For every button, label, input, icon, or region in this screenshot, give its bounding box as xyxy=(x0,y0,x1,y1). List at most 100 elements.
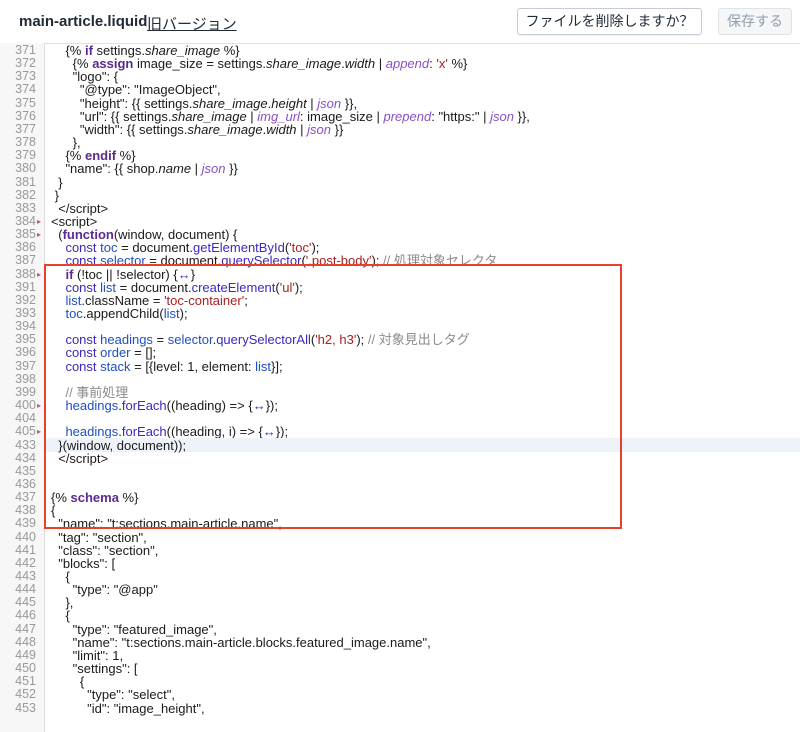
code-text[interactable]: <script> xyxy=(51,215,97,228)
fold-toggle-icon[interactable]: ▸ xyxy=(37,268,41,281)
fold-toggle-icon[interactable]: ▸ xyxy=(37,399,41,412)
code-line[interactable]: 447 "type": "featured_image", xyxy=(0,621,800,636)
code-text[interactable]: "@type": "ImageObject", xyxy=(51,83,221,96)
code-text[interactable]: { xyxy=(51,675,84,688)
code-line[interactable]: 384 ▸ <script> xyxy=(0,213,800,228)
line-number: 434 xyxy=(15,450,36,465)
line-number: 450 xyxy=(15,661,36,676)
code-line[interactable]: 375 "height": {{ settings.share_image.he… xyxy=(0,96,800,110)
code-line[interactable]: 452 "type": "select", xyxy=(0,688,800,702)
code-line[interactable]: 374 "@type": "ImageObject", xyxy=(0,83,800,97)
code-line[interactable]: 449 "limit": 1, xyxy=(0,648,800,662)
code-text[interactable]: "limit": 1, xyxy=(51,649,123,662)
code-text[interactable]: } xyxy=(51,176,62,189)
line-number: 376 xyxy=(15,108,36,123)
code-text[interactable]: { xyxy=(51,570,69,583)
save-button[interactable]: 保存する xyxy=(718,8,792,35)
code-line[interactable]: 385 ▸ (function(window, document) { xyxy=(0,228,800,242)
line-number: 393 xyxy=(15,306,36,320)
code-text[interactable]: "id": "image_height", xyxy=(51,702,204,715)
code-line[interactable]: 441 "class": "section", xyxy=(0,543,800,557)
line-number: 448 xyxy=(15,634,36,649)
line-number: 378 xyxy=(15,135,36,150)
code-line[interactable]: 377 "width": {{ settings.share_image.wid… xyxy=(0,122,800,136)
line-number: 391 xyxy=(15,279,36,294)
code-line[interactable]: 372 {% assign image_size = settings.shar… xyxy=(0,57,800,71)
fold-toggle-icon[interactable]: ▸ xyxy=(37,425,41,438)
line-number: 386 xyxy=(15,240,36,255)
code-text[interactable]: }, xyxy=(51,136,81,149)
code-line[interactable]: 451 { xyxy=(0,675,800,689)
line-number: 443 xyxy=(15,569,36,583)
code-line[interactable]: 440 "tag": "section", xyxy=(0,529,800,544)
line-number: 384 xyxy=(15,213,36,228)
line-number: 397 xyxy=(15,358,36,373)
code-text[interactable]: "name": "t:sections.main-article.blocks.… xyxy=(51,636,431,649)
line-number: 392 xyxy=(15,292,36,307)
code-line[interactable]: 453 "id": "image_height", xyxy=(0,701,800,715)
code-text[interactable]: "blocks": [ xyxy=(51,557,115,570)
code-text[interactable]: "class": "section", xyxy=(51,544,158,557)
code-text[interactable]: "type": "@app" xyxy=(51,583,158,596)
code-line[interactable]: 446 { xyxy=(0,608,800,623)
code-line[interactable]: 378 }, xyxy=(0,135,800,150)
code-line[interactable]: 442 "blocks": [ xyxy=(0,556,800,570)
code-text[interactable]: }, xyxy=(51,596,73,609)
line-number: 382 xyxy=(15,187,36,202)
code-text[interactable]: </script> xyxy=(51,202,108,215)
code-line[interactable]: 380 "name": {{ shop.name | json }} xyxy=(0,161,800,176)
code-line[interactable]: 450 "settings": [ xyxy=(0,661,800,676)
code-line[interactable]: 443 { xyxy=(0,569,800,584)
line-number: 383 xyxy=(15,200,36,215)
delete-file-button[interactable]: ファイルを削除しますか？ xyxy=(517,8,702,35)
line-number: 446 xyxy=(15,608,36,623)
fold-toggle-icon[interactable]: ▸ xyxy=(37,228,41,241)
code-text[interactable]: "width": {{ settings.share_image.width |… xyxy=(51,123,343,136)
line-number: 371 xyxy=(15,43,36,57)
code-text[interactable]: (function(window, document) { xyxy=(51,228,237,241)
code-text[interactable]: "settings": [ xyxy=(51,662,138,675)
code-line[interactable]: 448 "name": "t:sections.main-article.blo… xyxy=(0,634,800,649)
code-line[interactable]: 371 {% if settings.share_image %} xyxy=(0,43,800,58)
code-line[interactable]: 376 "url": {{ settings.share_image | img… xyxy=(0,108,800,123)
code-text[interactable]: "logo": { xyxy=(51,70,118,83)
code-line[interactable]: 445 }, xyxy=(0,596,800,610)
code-line[interactable]: 383 </script> xyxy=(0,200,800,215)
code-text[interactable]: { xyxy=(51,609,69,622)
code-line[interactable]: 381 } xyxy=(0,174,800,189)
line-number: 433 xyxy=(15,437,36,452)
code-text[interactable]: {% if settings.share_image %} xyxy=(51,44,239,57)
line-number: 396 xyxy=(15,345,36,360)
editor-header: main-article.liquid 旧バージョン ファイルを削除しますか？ … xyxy=(0,0,800,44)
code-text[interactable]: {% assign image_size = settings.share_im… xyxy=(51,57,468,70)
code-text[interactable]: "type": "select", xyxy=(51,688,175,701)
code-text[interactable]: "type": "featured_image", xyxy=(51,623,217,636)
line-number: 435 xyxy=(15,463,36,478)
code-text[interactable]: {% endif %} xyxy=(51,149,135,162)
line-number: 387 xyxy=(15,253,36,268)
code-line[interactable]: 444 "type": "@app" xyxy=(0,583,800,597)
code-text[interactable]: "url": {{ settings.share_image | img_url… xyxy=(51,110,530,123)
line-number: 381 xyxy=(15,174,36,189)
code-text[interactable]: const toc = document.getElementById('toc… xyxy=(51,241,319,254)
line-number: 398 xyxy=(15,371,36,386)
line-number: 380 xyxy=(15,161,36,176)
line-number: 447 xyxy=(15,621,36,636)
code-line[interactable]: 379 {% endif %} xyxy=(0,149,800,163)
line-number: 373 xyxy=(15,69,36,84)
line-number: 438 xyxy=(15,503,36,518)
code-editor[interactable]: 371 {% if settings.share_image %} 372 {% … xyxy=(0,43,800,732)
file-name: main-article.liquid xyxy=(19,13,148,30)
code-line[interactable]: 382 } xyxy=(0,187,800,202)
code-text[interactable]: "tag": "section", xyxy=(51,531,147,544)
code-line[interactable]: 373 "logo": { xyxy=(0,69,800,84)
fold-toggle-icon[interactable]: ▸ xyxy=(37,215,41,228)
line-number: 439 xyxy=(15,516,36,531)
code-text[interactable]: } xyxy=(51,189,59,202)
line-number: 388 xyxy=(15,266,36,281)
old-version-link[interactable]: 旧バージョン xyxy=(147,13,237,34)
code-text[interactable]: "name": {{ shop.name | json }} xyxy=(51,162,237,175)
code-text[interactable]: "height": {{ settings.share_image.height… xyxy=(51,97,357,110)
line-number: 440 xyxy=(15,529,36,544)
code-line[interactable]: 386 const toc = document.getElementById(… xyxy=(0,240,800,255)
